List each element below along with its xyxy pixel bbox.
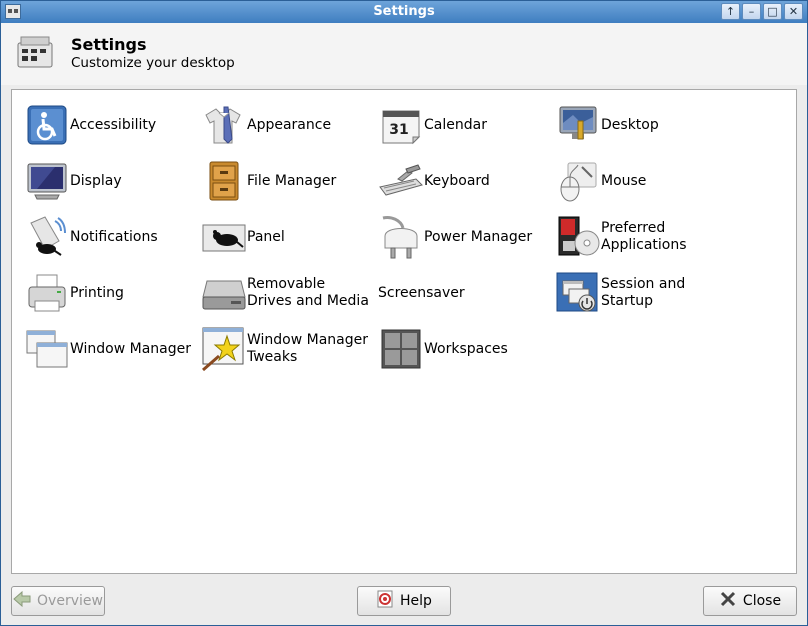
item-label: Panel — [247, 228, 285, 245]
header-title: Settings — [71, 35, 147, 54]
settings-item-window-manager[interactable]: Window Manager — [24, 325, 200, 373]
help-icon — [376, 590, 394, 612]
notifications-icon — [24, 215, 70, 259]
item-label: Window Manager Tweaks — [247, 332, 369, 365]
settings-item-desktop[interactable]: Desktop — [555, 101, 731, 149]
item-label: Accessibility — [70, 116, 157, 133]
minimize-button[interactable]: – — [742, 3, 761, 20]
settings-item-removable-drives[interactable]: Removable Drives and Media — [201, 269, 377, 317]
session-startup-icon — [555, 271, 601, 315]
window-title: Settings — [373, 4, 435, 19]
overview-button[interactable]: Overview — [11, 586, 105, 616]
dialog-header: Settings Customize your desktop — [1, 23, 807, 85]
settings-manager-icon — [15, 35, 55, 71]
item-label: Appearance — [247, 116, 332, 133]
dialog-footer: Overview Help Close — [1, 575, 807, 625]
appearance-icon — [201, 103, 247, 147]
settings-item-power-manager[interactable]: Power Manager — [378, 213, 554, 261]
item-label: Screensaver — [378, 284, 465, 301]
settings-item-mouse[interactable]: Mouse — [555, 157, 731, 205]
window-manager-icon — [24, 327, 70, 371]
settings-window: Settings ↑ – □ ✕ Settings Customize your… — [0, 0, 808, 626]
item-label: Keyboard — [424, 172, 490, 189]
calendar-day: 31 — [389, 122, 408, 138]
item-label: Notifications — [70, 228, 158, 245]
settings-icon-view: Accessibility Appearance 31 Calendar Des… — [11, 89, 797, 574]
title-bar[interactable]: Settings ↑ – □ ✕ — [1, 1, 807, 23]
item-label: Power Manager — [424, 228, 533, 245]
item-label: Preferred Applications — [601, 220, 687, 253]
item-label: Workspaces — [424, 340, 508, 357]
item-label: Session and Startup — [601, 276, 686, 309]
item-label: Printing — [70, 284, 124, 301]
close-icon — [719, 590, 737, 612]
settings-item-keyboard[interactable]: Keyboard — [378, 157, 554, 205]
settings-item-screensaver[interactable]: Screensaver — [378, 269, 554, 317]
item-label: Calendar — [424, 116, 487, 133]
item-label: Desktop — [601, 116, 659, 133]
settings-item-accessibility[interactable]: Accessibility — [24, 101, 200, 149]
overview-label: Overview — [37, 593, 103, 609]
item-label: Removable Drives and Media — [247, 276, 369, 309]
settings-item-window-manager-tweaks[interactable]: Window Manager Tweaks — [201, 325, 377, 373]
item-label: Display — [70, 172, 122, 189]
settings-item-appearance[interactable]: Appearance — [201, 101, 377, 149]
settings-item-printing[interactable]: Printing — [24, 269, 200, 317]
settings-item-session-startup[interactable]: Session and Startup — [555, 269, 731, 317]
removable-drive-icon — [201, 271, 247, 315]
accessibility-icon — [24, 103, 70, 147]
power-manager-icon — [378, 215, 424, 259]
settings-item-panel[interactable]: Panel — [201, 213, 377, 261]
help-button[interactable]: Help — [357, 586, 451, 616]
item-label: Mouse — [601, 172, 647, 189]
settings-item-display[interactable]: Display — [24, 157, 200, 205]
settings-item-notifications[interactable]: Notifications — [24, 213, 200, 261]
help-label: Help — [400, 593, 432, 609]
workspaces-icon — [378, 327, 424, 371]
settings-item-preferred-applications[interactable]: Preferred Applications — [555, 213, 731, 261]
settings-item-calendar[interactable]: 31 Calendar — [378, 101, 554, 149]
maximize-button[interactable]: □ — [763, 3, 782, 20]
preferred-applications-icon — [555, 215, 601, 259]
window-manager-tweaks-icon — [201, 327, 247, 372]
item-label: Window Manager — [70, 340, 192, 357]
desktop-icon — [555, 103, 601, 147]
header-subtitle: Customize your desktop — [71, 55, 235, 71]
printer-icon — [24, 271, 70, 315]
back-arrow-icon — [13, 590, 31, 611]
close-label: Close — [742, 593, 782, 609]
close-window-button[interactable]: ✕ — [784, 3, 803, 20]
keyboard-icon — [378, 159, 424, 203]
close-button[interactable]: Close — [703, 586, 797, 616]
settings-item-file-manager[interactable]: File Manager — [201, 157, 377, 205]
calendar-icon: 31 — [378, 103, 424, 147]
file-manager-icon — [201, 159, 247, 203]
settings-item-workspaces[interactable]: Workspaces — [378, 325, 554, 373]
item-label: File Manager — [247, 172, 337, 189]
mouse-icon — [555, 159, 601, 203]
panel-icon — [201, 215, 247, 259]
shade-button[interactable]: ↑ — [721, 3, 740, 20]
display-icon — [24, 159, 70, 203]
